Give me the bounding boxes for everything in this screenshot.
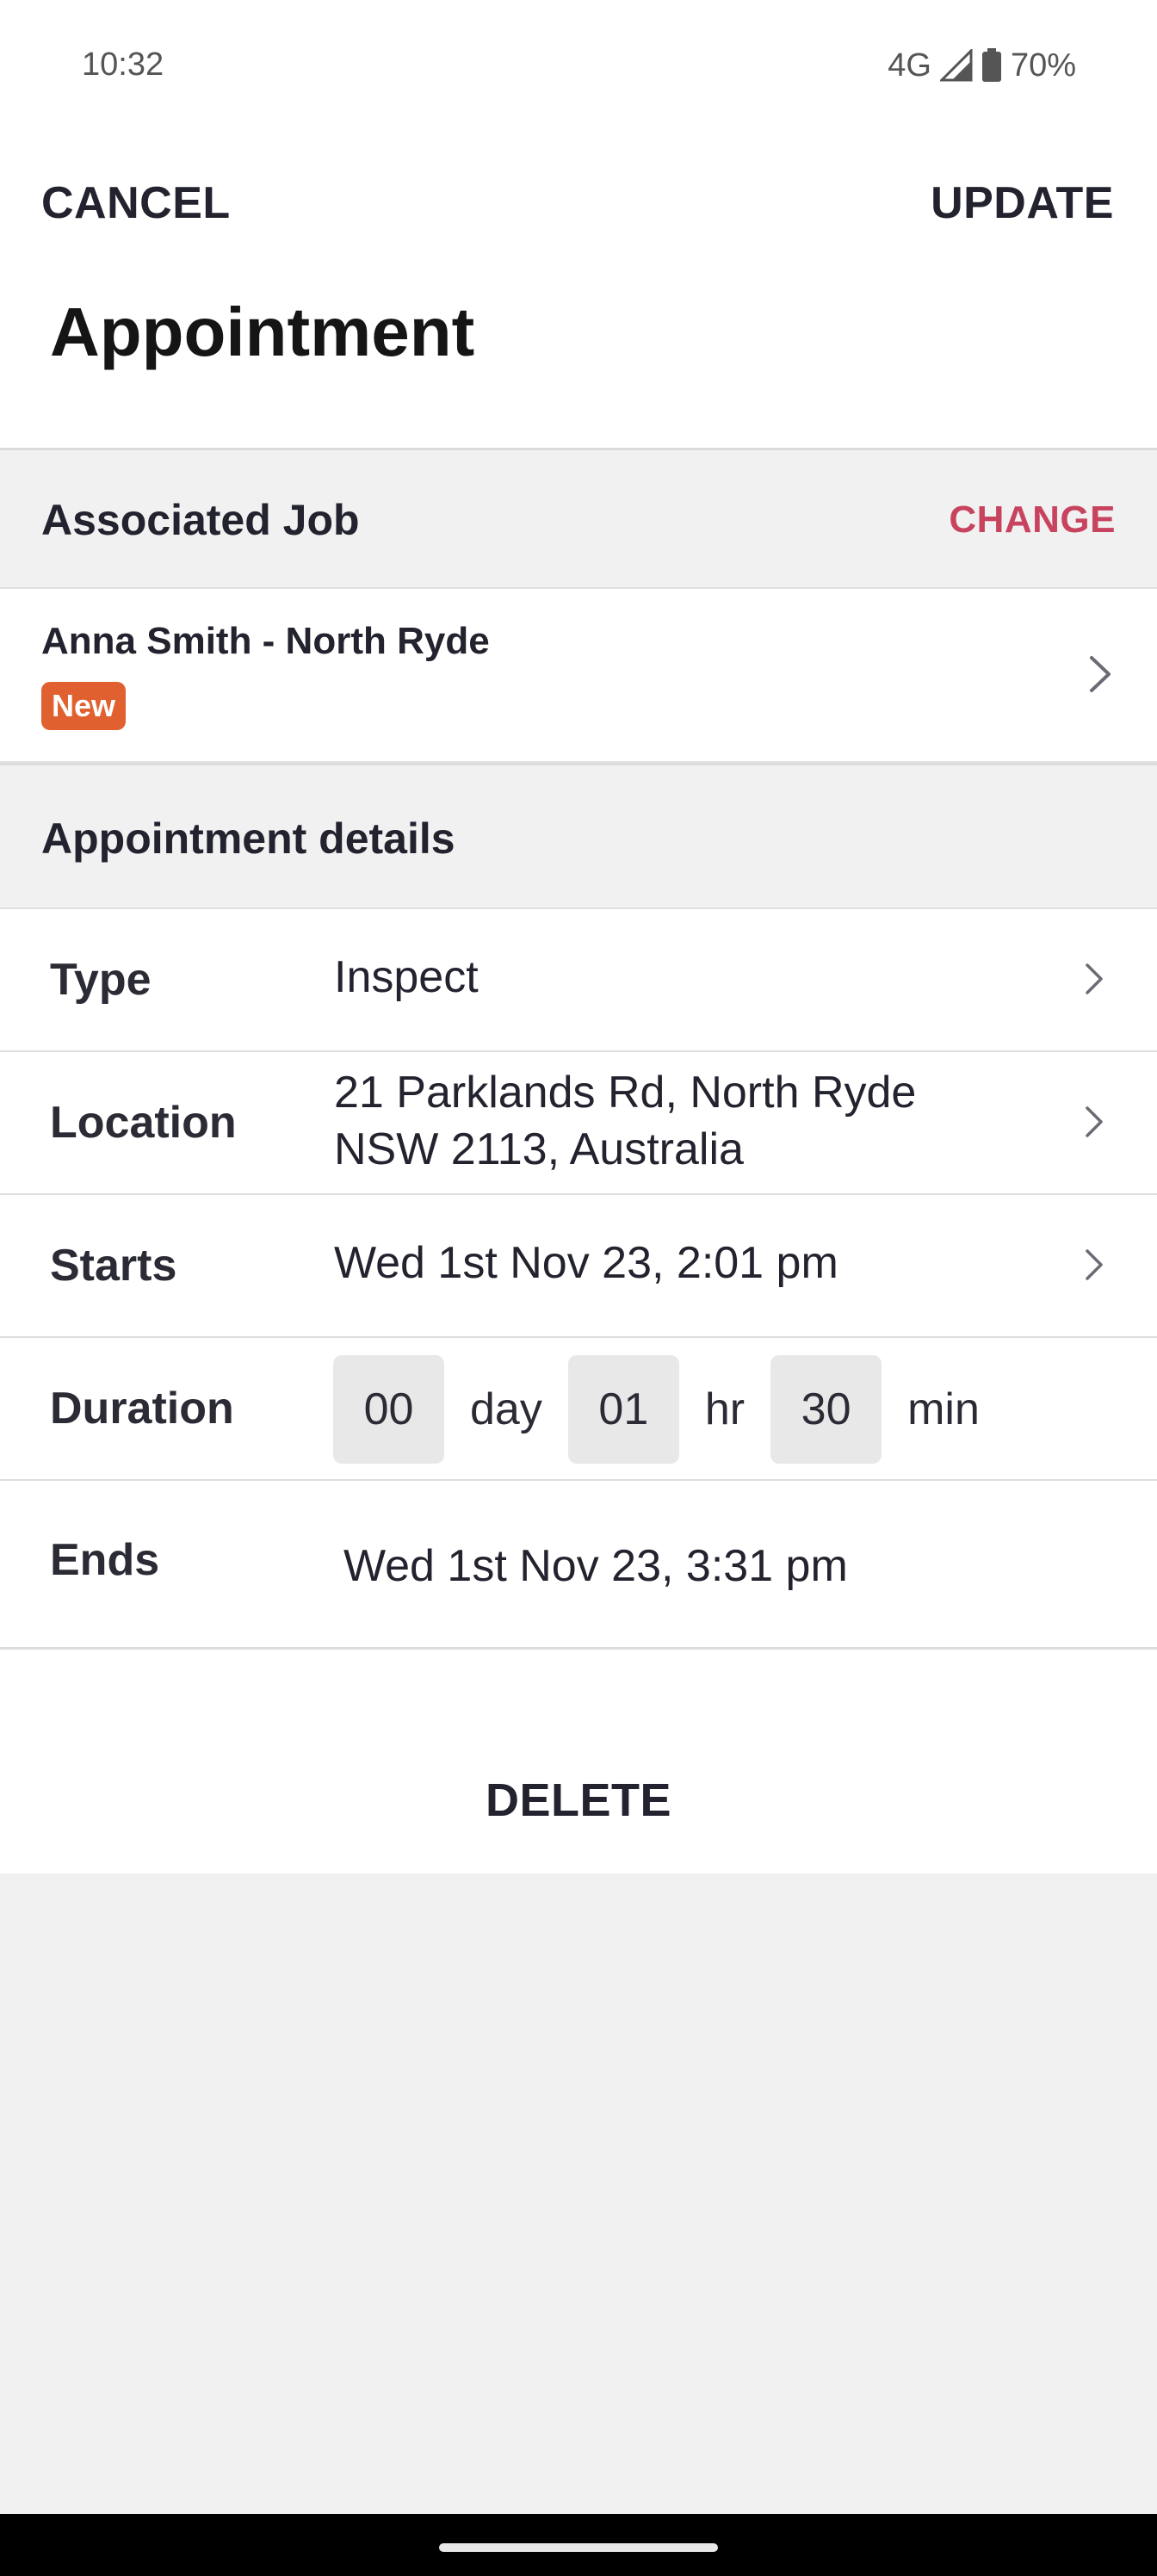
type-value: Inspect <box>334 952 479 1002</box>
duration-inputs: 00 day 01 hr 30 min <box>333 1355 1005 1464</box>
duration-minutes-input[interactable]: 30 <box>770 1355 882 1464</box>
duration-row: Duration 00 day 01 hr 30 min <box>0 1338 1157 1481</box>
duration-hours-unit: hr <box>704 1384 746 1434</box>
appointment-details-header: Appointment details <box>0 763 1157 909</box>
appointment-details-title: Appointment details <box>41 814 455 863</box>
ends-label: Ends <box>50 1535 160 1585</box>
chevron-right-icon <box>1088 654 1112 698</box>
status-indicators: 4G 70% <box>888 45 1076 86</box>
starts-label: Starts <box>50 1241 177 1291</box>
associated-job-title: Associated Job <box>41 496 360 544</box>
signal-icon <box>939 49 973 82</box>
starts-value: Wed 1st Nov 23, 2:01 pm <box>334 1238 838 1288</box>
cancel-button[interactable]: CANCEL <box>41 177 231 229</box>
duration-label: Duration <box>50 1384 234 1434</box>
battery-icon <box>981 48 1002 83</box>
duration-hours-input[interactable]: 01 <box>567 1355 679 1464</box>
type-row[interactable]: Type Inspect <box>0 909 1157 1052</box>
starts-row[interactable]: Starts Wed 1st Nov 23, 2:01 pm <box>0 1195 1157 1338</box>
status-time: 10:32 <box>82 46 164 83</box>
delete-button[interactable]: DELETE <box>0 1774 1157 1827</box>
location-line-1: 21 Parklands Rd, North Ryde <box>334 1068 917 1118</box>
chevron-right-icon <box>1085 1105 1104 1142</box>
chevron-right-icon <box>1085 963 1104 1000</box>
duration-days-unit: day <box>470 1384 542 1434</box>
ends-row: Ends Wed 1st Nov 23, 3:31 pm <box>0 1481 1157 1650</box>
associated-job-row[interactable]: Anna Smith - North Ryde New <box>0 589 1157 763</box>
home-handle[interactable] <box>439 2543 718 2552</box>
change-job-button[interactable]: CHANGE <box>949 498 1116 542</box>
page-title: Appointment <box>50 294 475 370</box>
network-label: 4G <box>888 46 931 84</box>
type-label: Type <box>50 955 152 1005</box>
location-value: 21 Parklands Rd, North Ryde NSW 2113, Au… <box>334 1064 916 1178</box>
ends-value: Wed 1st Nov 23, 3:31 pm <box>343 1541 848 1591</box>
battery-level: 70% <box>1010 46 1076 84</box>
chevron-right-icon <box>1085 1248 1104 1285</box>
navigation-bar <box>0 2514 1157 2576</box>
job-name: Anna Smith - North Ryde <box>41 620 490 662</box>
job-status-badge: New <box>41 682 127 730</box>
location-line-2: NSW 2113, Australia <box>334 1124 744 1174</box>
location-row[interactable]: Location 21 Parklands Rd, North Ryde NSW… <box>0 1052 1157 1195</box>
location-label: Location <box>50 1098 237 1148</box>
duration-minutes-unit: min <box>907 1384 980 1434</box>
status-bar: 10:32 4G 70% <box>0 0 1157 129</box>
duration-days-input[interactable]: 00 <box>333 1355 444 1464</box>
associated-job-header: Associated Job CHANGE <box>0 448 1157 589</box>
update-button[interactable]: UPDATE <box>931 177 1114 229</box>
